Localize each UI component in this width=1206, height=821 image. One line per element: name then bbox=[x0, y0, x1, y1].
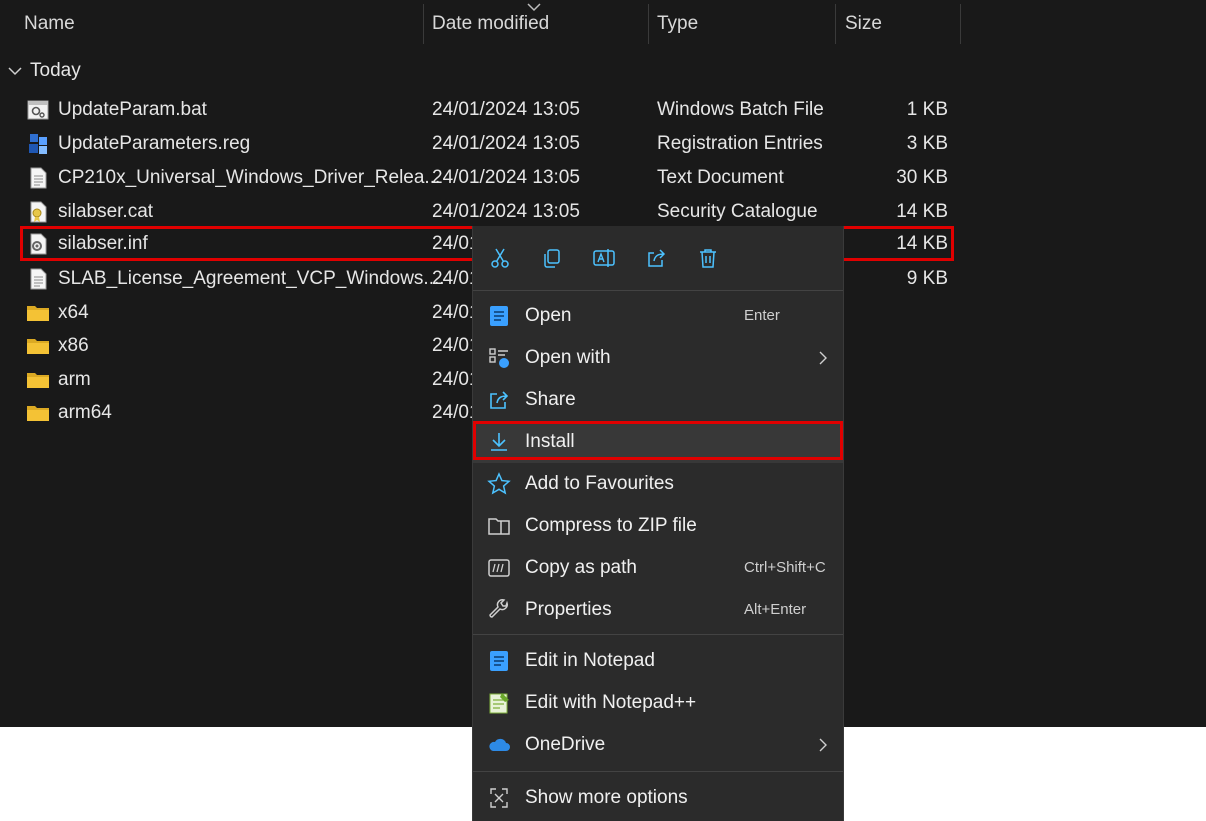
file-type: Security Catalogue bbox=[657, 201, 818, 222]
share-icon bbox=[648, 249, 666, 267]
folder-name: x64 bbox=[58, 302, 89, 323]
file-row[interactable]: UpdateParam.bat 24/01/2024 13:05 Windows… bbox=[0, 93, 960, 127]
delete-button[interactable] bbox=[694, 244, 722, 272]
catalog-file-icon bbox=[30, 201, 47, 223]
menu-item-copy-as-path[interactable]: Copy as path Ctrl+Shift+C bbox=[473, 547, 843, 589]
file-row[interactable]: UpdateParameters.reg 24/01/2024 13:05 Re… bbox=[0, 127, 960, 161]
menu-item-open-with[interactable]: Open with bbox=[473, 337, 843, 379]
share-button[interactable] bbox=[642, 244, 670, 272]
menu-item-label: Compress to ZIP file bbox=[525, 515, 697, 536]
file-name: UpdateParam.bat bbox=[58, 99, 207, 120]
copy-button[interactable] bbox=[538, 244, 566, 272]
menu-item-label: Open bbox=[525, 305, 572, 326]
column-divider[interactable] bbox=[835, 4, 836, 44]
folder-name: arm64 bbox=[58, 402, 112, 423]
menu-item-shortcut: Alt+Enter bbox=[744, 601, 807, 618]
star-icon bbox=[487, 472, 511, 495]
cut-icon bbox=[491, 248, 509, 268]
menu-item-label: Open with bbox=[525, 347, 611, 368]
notepad-icon bbox=[490, 306, 508, 326]
menu-item-label: Properties bbox=[525, 599, 612, 620]
notepad-icon bbox=[490, 651, 508, 671]
menu-item-show-more-options[interactable]: Show more options bbox=[473, 777, 843, 819]
file-date: 24/01/2024 13:05 bbox=[432, 201, 580, 222]
menu-item-label: Show more options bbox=[525, 787, 688, 808]
menu-item-compress-zip[interactable]: Compress to ZIP file bbox=[473, 505, 843, 547]
group-header-today[interactable]: Today bbox=[8, 58, 81, 84]
menu-separator bbox=[473, 290, 843, 291]
menu-item-label: Add to Favourites bbox=[525, 473, 674, 494]
menu-item-label: Edit with Notepad++ bbox=[525, 692, 697, 713]
chevron-right-icon bbox=[819, 351, 827, 365]
column-divider[interactable] bbox=[648, 4, 649, 44]
menu-item-label: Share bbox=[525, 389, 576, 410]
menu-item-properties[interactable]: Properties Alt+Enter bbox=[473, 589, 843, 631]
wrench-icon bbox=[489, 599, 508, 618]
file-type: Windows Batch File bbox=[657, 99, 824, 120]
file-size: 1 KB bbox=[906, 99, 948, 120]
file-name: UpdateParameters.reg bbox=[58, 133, 251, 154]
chevron-right-icon bbox=[819, 738, 827, 752]
show-more-options-icon bbox=[490, 788, 508, 808]
context-menu: Open Enter Open with Share Install Add t… bbox=[472, 226, 844, 821]
menu-item-label: Copy as path bbox=[525, 557, 637, 578]
menu-item-add-to-favourites[interactable]: Add to Favourites bbox=[473, 463, 843, 505]
file-date: 24/01/2024 13:05 bbox=[432, 99, 580, 120]
rename-icon bbox=[593, 249, 615, 267]
file-size: 14 KB bbox=[896, 201, 948, 222]
text-file-icon bbox=[30, 268, 47, 290]
folder-icon bbox=[27, 406, 49, 421]
menu-item-onedrive[interactable]: OneDrive bbox=[473, 724, 843, 766]
menu-item-label: Edit in Notepad bbox=[525, 650, 655, 671]
file-type: Registration Entries bbox=[657, 133, 823, 154]
file-date: 24/01/2024 13:05 bbox=[432, 167, 580, 188]
open-with-icon bbox=[489, 348, 509, 368]
rename-button[interactable] bbox=[590, 244, 618, 272]
group-label: Today bbox=[30, 60, 81, 81]
chevron-down-icon bbox=[8, 67, 22, 76]
text-file-icon bbox=[30, 167, 47, 189]
folder-icon bbox=[27, 339, 49, 354]
copy-path-icon bbox=[488, 559, 510, 577]
copy-icon bbox=[544, 249, 560, 268]
column-header-date-modified[interactable]: Date modified bbox=[432, 0, 549, 44]
share-icon bbox=[490, 391, 509, 409]
file-name: SLAB_License_Agreement_VCP_Windows.... bbox=[58, 268, 445, 289]
file-name: CP210x_Universal_Windows_Driver_Relea... bbox=[58, 167, 441, 188]
column-divider[interactable] bbox=[960, 4, 961, 44]
onedrive-cloud-icon bbox=[489, 738, 510, 751]
file-size: 30 KB bbox=[896, 167, 948, 188]
zip-folder-icon bbox=[488, 518, 510, 535]
registry-file-icon bbox=[29, 134, 47, 154]
file-size: 9 KB bbox=[906, 268, 948, 289]
column-header-type[interactable]: Type bbox=[657, 0, 698, 44]
folder-icon bbox=[27, 373, 49, 388]
column-divider[interactable] bbox=[423, 4, 424, 44]
menu-item-edit-in-notepad[interactable]: Edit in Notepad bbox=[473, 640, 843, 682]
column-header-size[interactable]: Size bbox=[845, 0, 882, 44]
file-name: silabser.cat bbox=[58, 201, 154, 222]
folder-name: x86 bbox=[58, 335, 89, 356]
menu-item-open[interactable]: Open Enter bbox=[473, 295, 843, 337]
file-type: Text Document bbox=[657, 167, 784, 188]
notepad-plus-plus-icon bbox=[489, 693, 509, 714]
menu-item-shortcut: Ctrl+Shift+C bbox=[744, 559, 826, 576]
file-row[interactable]: CP210x_Universal_Windows_Driver_Relea...… bbox=[0, 161, 960, 195]
cut-button[interactable] bbox=[486, 244, 514, 272]
menu-separator bbox=[473, 634, 843, 635]
menu-separator bbox=[473, 771, 843, 772]
column-header-name[interactable]: Name bbox=[24, 0, 75, 44]
file-size: 3 KB bbox=[906, 133, 948, 154]
batch-file-icon bbox=[27, 100, 49, 120]
folder-name: arm bbox=[58, 369, 91, 390]
delete-icon bbox=[700, 249, 716, 268]
file-date: 24/01/2024 13:05 bbox=[432, 133, 580, 154]
menu-item-shortcut: Enter bbox=[744, 307, 780, 324]
menu-item-label: OneDrive bbox=[525, 734, 606, 755]
file-row[interactable]: silabser.cat 24/01/2024 13:05 Security C… bbox=[0, 195, 960, 229]
menu-item-share[interactable]: Share bbox=[473, 379, 843, 421]
folder-icon bbox=[27, 306, 49, 321]
install-highlight bbox=[473, 421, 843, 460]
menu-item-edit-with-notepad-plus-plus[interactable]: Edit with Notepad++ bbox=[473, 682, 843, 724]
